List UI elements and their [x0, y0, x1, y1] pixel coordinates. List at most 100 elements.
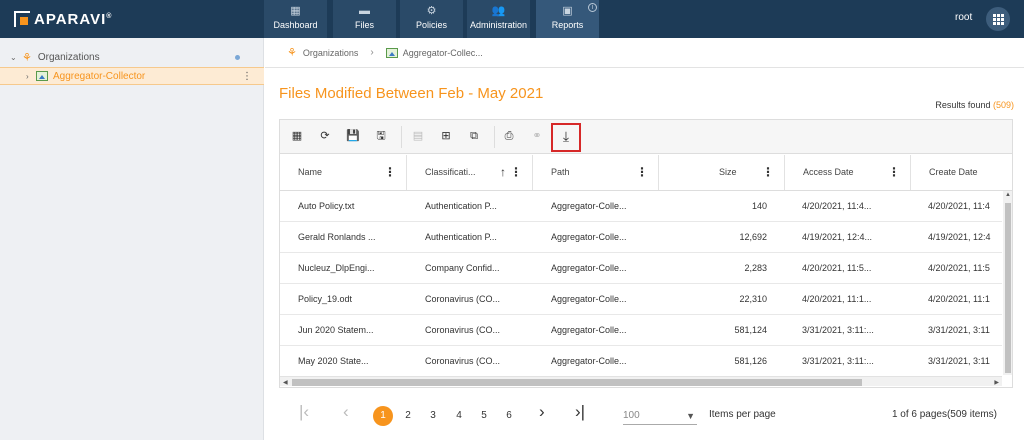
cell-create-date: 4/20/2021, 11:4	[928, 201, 990, 211]
tree-item-aggregator-collector[interactable]: › Aggregator-Collector ⋮	[0, 67, 264, 85]
save-icon[interactable]: 💾	[346, 129, 360, 143]
next-page-icon[interactable]: ›	[539, 402, 545, 422]
page-6-button[interactable]: 6	[499, 406, 519, 426]
cell-access-date: 3/31/2021, 3:11:...	[802, 325, 874, 335]
nav-tab-label: Administration	[469, 20, 528, 30]
table-row[interactable]: Nucleuz_DlpEngi... Company Confid... Aggre…	[280, 253, 1002, 284]
chevron-right-icon[interactable]: ›	[26, 72, 36, 81]
gear-icon: ⚙	[426, 5, 437, 17]
user-name[interactable]: root	[955, 12, 972, 23]
tree-item-organizations[interactable]: ⌄ ⚘ Organizations	[0, 48, 264, 66]
nav-tab-files[interactable]: ▬ Files	[333, 0, 396, 38]
cell-classification: Coronavirus (CO...	[425, 294, 501, 304]
page-4-button[interactable]: 4	[449, 406, 469, 426]
scroll-left-icon[interactable]: ◀	[283, 379, 288, 386]
tree-item-label: Organizations	[37, 51, 100, 63]
collector-icon	[36, 71, 48, 81]
column-header-size[interactable]: Size ⋮	[659, 155, 785, 190]
cell-size: 22,310	[739, 294, 767, 304]
cell-classification: Coronavirus (CO...	[425, 356, 501, 366]
page-2-button[interactable]: 2	[398, 406, 418, 426]
nav-tab-dashboard[interactable]: ▦ Dashboard	[264, 0, 327, 38]
add-column-icon[interactable]: ⊞	[439, 129, 453, 143]
cell-classification: Authentication P...	[425, 232, 497, 242]
scroll-up-icon[interactable]: ▲	[1005, 192, 1011, 198]
cell-name: Nucleuz_DlpEngi...	[298, 263, 375, 273]
nav-tab-label: Policies	[415, 20, 447, 30]
cell-classification: Coronavirus (CO...	[425, 325, 501, 335]
table-row[interactable]: Auto Policy.txt Authentication P... Aggreg…	[280, 191, 1002, 222]
table-row[interactable]: Gerald Ronlands ... Authentication P... Ag…	[280, 222, 1002, 253]
horizontal-scrollbar[interactable]: ◀ ▶	[280, 376, 1002, 386]
link-icon[interactable]: ⚭	[530, 129, 544, 143]
chevron-down-icon[interactable]: ⌄	[10, 53, 20, 62]
cell-path: Aggregator-Colle...	[551, 356, 627, 366]
column-header-access-date[interactable]: Access Date ⋮	[785, 155, 911, 190]
column-layout-icon[interactable]: ▤	[411, 129, 425, 143]
collector-icon	[385, 47, 398, 58]
page-title: Files Modified Between Feb - May 2021	[279, 85, 544, 102]
cell-name: Gerald Ronlands ...	[298, 232, 376, 242]
page-3-button[interactable]: 3	[423, 406, 443, 426]
table-view-icon[interactable]: ▦	[290, 129, 304, 143]
refresh-icon[interactable]: ⟳	[318, 129, 332, 143]
cell-size: 2,283	[744, 263, 767, 273]
cell-create-date: 4/20/2021, 11:5	[928, 263, 990, 273]
items-per-page-value: 100	[623, 410, 640, 421]
table-row[interactable]: Jun 2020 Statem... Coronavirus (CO... Aggr…	[280, 315, 1002, 346]
column-menu-icon[interactable]: ⋮	[384, 155, 396, 190]
items-per-page-select[interactable]: 100 ▼	[623, 407, 697, 425]
cell-access-date: 4/20/2021, 11:5...	[802, 263, 872, 273]
cell-size: 140	[751, 201, 767, 211]
prev-page-icon[interactable]: ‹	[343, 402, 349, 422]
scroll-thumb[interactable]	[1005, 203, 1011, 373]
column-menu-icon[interactable]: ⋮	[510, 155, 522, 190]
table-row[interactable]: May 2020 State... Coronavirus (CO... Aggre…	[280, 346, 1002, 377]
page-1-button[interactable]: 1	[373, 406, 393, 426]
grid-header: Name ⋮ Classificati... ↑ ⋮ Path ⋮ Size ⋮…	[280, 155, 1012, 191]
column-menu-icon[interactable]: ⋮	[636, 155, 648, 190]
results-count: Results found (509)	[935, 100, 1014, 110]
column-header-name[interactable]: Name ⋮	[280, 155, 407, 190]
column-header-create-date[interactable]: Create Date	[911, 155, 1012, 190]
cell-size: 12,692	[739, 232, 767, 242]
breadcrumb-item[interactable]: Organizations	[303, 48, 359, 58]
top-navbar: APARAVI® ▦ Dashboard ▬ Files ⚙ Policies …	[0, 0, 1024, 38]
cell-path: Aggregator-Colle...	[551, 232, 627, 242]
copy-icon[interactable]: ⧉	[467, 129, 481, 143]
cell-create-date: 4/20/2021, 11:1	[928, 294, 990, 304]
table-row[interactable]: Policy_19.odt Coronavirus (CO... Aggregato…	[280, 284, 1002, 315]
column-menu-icon[interactable]: ⋮	[888, 155, 900, 190]
aparavi-logo[interactable]: APARAVI®	[14, 8, 112, 30]
first-page-icon[interactable]: |‹	[299, 402, 309, 422]
nav-tab-administration[interactable]: 👥 Administration	[467, 0, 530, 38]
info-icon[interactable]: i	[588, 3, 597, 12]
print-icon[interactable]: ⎙	[502, 129, 516, 143]
tree-item-label: Aggregator-Collector	[53, 70, 146, 82]
cell-classification: Company Confid...	[425, 263, 500, 273]
cell-name: May 2020 State...	[298, 356, 369, 366]
last-page-icon[interactable]: ›|	[575, 402, 585, 422]
kebab-menu-icon[interactable]: ⋮	[242, 71, 252, 82]
results-number: (509)	[992, 100, 1014, 110]
column-header-path[interactable]: Path ⋮	[533, 155, 659, 190]
cell-path: Aggregator-Colle...	[551, 201, 627, 211]
cell-path: Aggregator-Colle...	[551, 263, 627, 273]
cell-access-date: 3/31/2021, 3:11:...	[802, 356, 874, 366]
sort-ascending-icon[interactable]: ↑	[500, 155, 506, 190]
save-as-icon[interactable]: 🖫	[374, 129, 388, 143]
download-icon[interactable]: ⤓	[559, 129, 573, 143]
app-grid-icon[interactable]	[986, 7, 1010, 31]
nav-tab-policies[interactable]: ⚙ Policies	[400, 0, 463, 38]
scroll-right-icon[interactable]: ▶	[994, 379, 999, 386]
column-header-classification[interactable]: Classificati... ↑ ⋮	[407, 155, 533, 190]
breadcrumb-item[interactable]: Aggregator-Collec...	[403, 48, 483, 58]
vertical-scrollbar[interactable]: ▲	[1003, 191, 1012, 375]
toolbar-divider	[401, 126, 402, 148]
column-menu-icon[interactable]: ⋮	[762, 155, 774, 190]
cell-classification: Authentication P...	[425, 201, 497, 211]
page-5-button[interactable]: 5	[474, 406, 494, 426]
scroll-thumb[interactable]	[292, 379, 862, 386]
caret-down-icon: ▼	[686, 411, 695, 421]
cell-create-date: 3/31/2021, 3:11	[928, 356, 990, 366]
